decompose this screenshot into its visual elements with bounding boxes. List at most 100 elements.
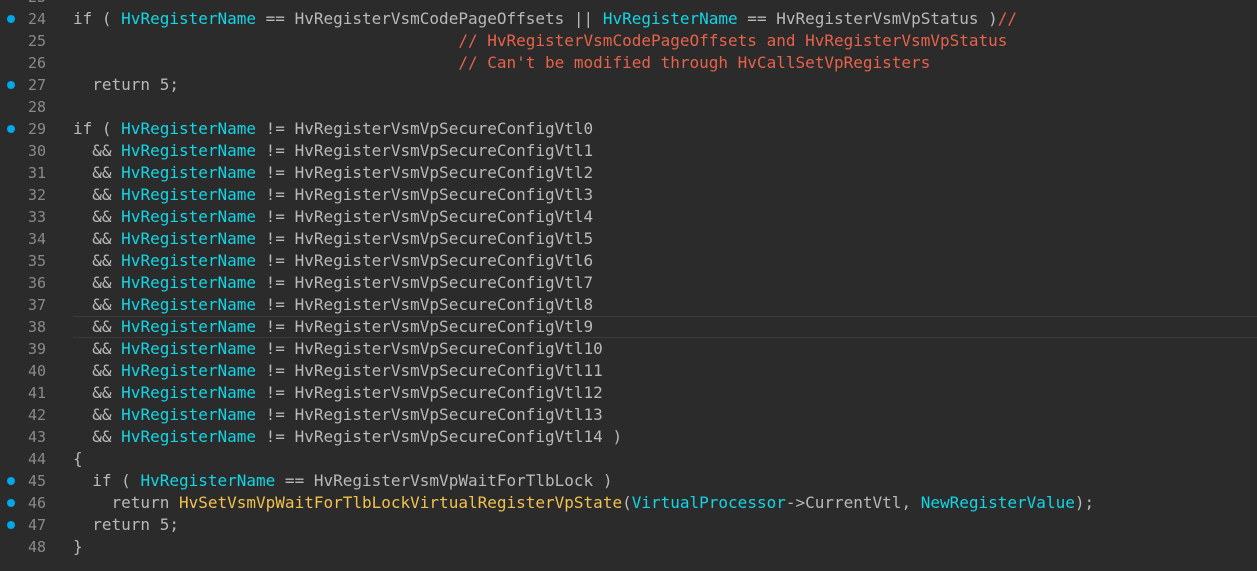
code-line[interactable]: 33 && HvRegisterName != HvRegisterVsmVpS… [0, 206, 1257, 228]
line-gutter[interactable]: 38 [0, 316, 54, 338]
code-line[interactable]: 46 return HvSetVsmVpWaitForTlbLockVirtua… [0, 492, 1257, 514]
code-token-plain: { [73, 449, 83, 468]
code-text[interactable]: && HvRegisterName != HvRegisterVsmVpSecu… [73, 250, 1257, 272]
breakpoint-icon[interactable] [7, 521, 15, 529]
code-line[interactable]: 36 && HvRegisterName != HvRegisterVsmVpS… [0, 272, 1257, 294]
breakpoint-icon[interactable] [7, 477, 15, 485]
line-gutter[interactable]: 39 [0, 338, 54, 360]
code-text[interactable]: return HvSetVsmVpWaitForTlbLockVirtualRe… [73, 492, 1257, 514]
code-line[interactable]: 42 && HvRegisterName != HvRegisterVsmVpS… [0, 404, 1257, 426]
line-gutter[interactable]: 27 [0, 74, 54, 96]
code-text[interactable]: return 5; [73, 514, 1257, 536]
code-line[interactable]: 23 [0, 0, 1257, 8]
code-line[interactable]: 35 && HvRegisterName != HvRegisterVsmVpS… [0, 250, 1257, 272]
code-line[interactable]: 47 return 5; [0, 514, 1257, 536]
code-token-plain: ( [622, 493, 632, 512]
line-gutter[interactable]: 34 [0, 228, 54, 250]
breakpoint-icon[interactable] [7, 81, 15, 89]
code-text[interactable]: return 5; [73, 74, 1257, 96]
code-text[interactable]: && HvRegisterName != HvRegisterVsmVpSecu… [73, 272, 1257, 294]
code-token-plain: != HvRegisterVsmVpSecureConfigVtl13 [256, 405, 603, 424]
code-line[interactable]: 44 { [0, 448, 1257, 470]
line-gutter[interactable]: 46 [0, 492, 54, 514]
code-line[interactable]: 45 if ( HvRegisterName == HvRegisterVsmV… [0, 470, 1257, 492]
code-line[interactable]: 41 && HvRegisterName != HvRegisterVsmVpS… [0, 382, 1257, 404]
code-text[interactable]: // HvRegisterVsmCodePageOffsets and HvRe… [73, 30, 1257, 52]
code-token-plain: != HvRegisterVsmVpSecureConfigVtl6 [256, 251, 594, 270]
line-number: 43 [27, 428, 46, 446]
code-line[interactable]: 24 if ( HvRegisterName == HvRegisterVsmCo… [0, 8, 1257, 30]
line-gutter[interactable]: 32 [0, 184, 54, 206]
code-text[interactable]: && HvRegisterName != HvRegisterVsmVpSecu… [73, 206, 1257, 228]
breakpoint-icon[interactable] [7, 15, 15, 23]
code-editor[interactable]: 23 24 if ( HvRegisterName == HvRegisterVsm… [0, 0, 1257, 557]
line-number: 46 [27, 494, 46, 512]
line-number: 35 [27, 252, 46, 270]
code-line[interactable]: 48} [0, 536, 1257, 558]
code-text[interactable]: && HvRegisterName != HvRegisterVsmVpSecu… [73, 404, 1257, 426]
code-text[interactable]: && HvRegisterName != HvRegisterVsmVpSecu… [73, 184, 1257, 206]
code-line[interactable]: 29 if ( HvRegisterName != HvRegisterVsmVp… [0, 118, 1257, 140]
line-gutter[interactable]: 35 [0, 250, 54, 272]
code-token-plain: if ( [73, 471, 141, 490]
code-text[interactable] [73, 96, 1257, 118]
line-number: 28 [27, 98, 46, 116]
line-gutter[interactable]: 45 [0, 470, 54, 492]
code-text[interactable]: && HvRegisterName != HvRegisterVsmVpSecu… [73, 338, 1257, 360]
line-gutter[interactable]: 41 [0, 382, 54, 404]
line-number: 36 [27, 274, 46, 292]
code-text[interactable] [73, 0, 1257, 8]
code-line[interactable]: 32 && HvRegisterName != HvRegisterVsmVpS… [0, 184, 1257, 206]
code-line[interactable]: 27 return 5; [0, 74, 1257, 96]
code-text[interactable]: && HvRegisterName != HvRegisterVsmVpSecu… [73, 140, 1257, 162]
line-gutter[interactable]: 47 [0, 514, 54, 536]
code-line[interactable]: 39 && HvRegisterName != HvRegisterVsmVpS… [0, 338, 1257, 360]
line-gutter[interactable]: 30 [0, 140, 54, 162]
line-gutter[interactable]: 25 [0, 30, 54, 52]
code-line[interactable]: 38 && HvRegisterName != HvRegisterVsmVpS… [0, 316, 1257, 338]
code-line[interactable]: 43 && HvRegisterName != HvRegisterVsmVpS… [0, 426, 1257, 448]
line-gutter[interactable]: 44 [0, 448, 54, 470]
line-gutter[interactable]: 40 [0, 360, 54, 382]
line-gutter[interactable]: 42 [0, 404, 54, 426]
breakpoint-icon[interactable] [7, 125, 15, 133]
line-gutter[interactable]: 23 [0, 0, 54, 8]
line-number: 29 [27, 120, 46, 138]
code-line[interactable]: 26 // Can't be modified through HvCallSe… [0, 52, 1257, 74]
code-token-plain: != HvRegisterVsmVpSecureConfigVtl7 [256, 273, 594, 292]
code-text[interactable]: && HvRegisterName != HvRegisterVsmVpSecu… [73, 294, 1257, 316]
code-text[interactable]: && HvRegisterName != HvRegisterVsmVpSecu… [73, 162, 1257, 184]
line-gutter[interactable]: 24 [0, 8, 54, 30]
line-gutter[interactable]: 43 [0, 426, 54, 448]
code-line[interactable]: 34 && HvRegisterName != HvRegisterVsmVpS… [0, 228, 1257, 250]
code-text[interactable]: && HvRegisterName != HvRegisterVsmVpSecu… [73, 360, 1257, 382]
code-text[interactable]: { [73, 448, 1257, 470]
code-text[interactable]: && HvRegisterName != HvRegisterVsmVpSecu… [73, 426, 1257, 448]
breakpoint-icon[interactable] [7, 499, 15, 507]
line-gutter[interactable]: 37 [0, 294, 54, 316]
code-text[interactable]: && HvRegisterName != HvRegisterVsmVpSecu… [73, 316, 1257, 338]
code-token-plain: return [73, 493, 179, 512]
line-gutter[interactable]: 28 [0, 96, 54, 118]
code-token-plain: != HvRegisterVsmVpSecureConfigVtl4 [256, 207, 594, 226]
line-gutter[interactable]: 31 [0, 162, 54, 184]
code-line[interactable]: 25 // HvRegisterVsmCodePageOffsets and H… [0, 30, 1257, 52]
code-text[interactable]: // Can't be modified through HvCallSetVp… [73, 52, 1257, 74]
code-line[interactable]: 28 [0, 96, 1257, 118]
code-line[interactable]: 37 && HvRegisterName != HvRegisterVsmVpS… [0, 294, 1257, 316]
line-gutter[interactable]: 36 [0, 272, 54, 294]
code-text[interactable]: if ( HvRegisterName == HvRegisterVsmCode… [73, 8, 1257, 30]
code-text[interactable]: && HvRegisterName != HvRegisterVsmVpSecu… [73, 228, 1257, 250]
code-text[interactable]: && HvRegisterName != HvRegisterVsmVpSecu… [73, 382, 1257, 404]
code-text[interactable]: if ( HvRegisterName == HvRegisterVsmVpWa… [73, 470, 1257, 492]
line-gutter[interactable]: 33 [0, 206, 54, 228]
code-text[interactable]: if ( HvRegisterName != HvRegisterVsmVpSe… [73, 118, 1257, 140]
code-token-plain: } [73, 537, 83, 556]
line-gutter[interactable]: 29 [0, 118, 54, 140]
line-gutter[interactable]: 26 [0, 52, 54, 74]
code-line[interactable]: 31 && HvRegisterName != HvRegisterVsmVpS… [0, 162, 1257, 184]
code-text[interactable]: } [73, 536, 1257, 558]
code-line[interactable]: 30 && HvRegisterName != HvRegisterVsmVpS… [0, 140, 1257, 162]
code-line[interactable]: 40 && HvRegisterName != HvRegisterVsmVpS… [0, 360, 1257, 382]
line-gutter[interactable]: 48 [0, 536, 54, 558]
